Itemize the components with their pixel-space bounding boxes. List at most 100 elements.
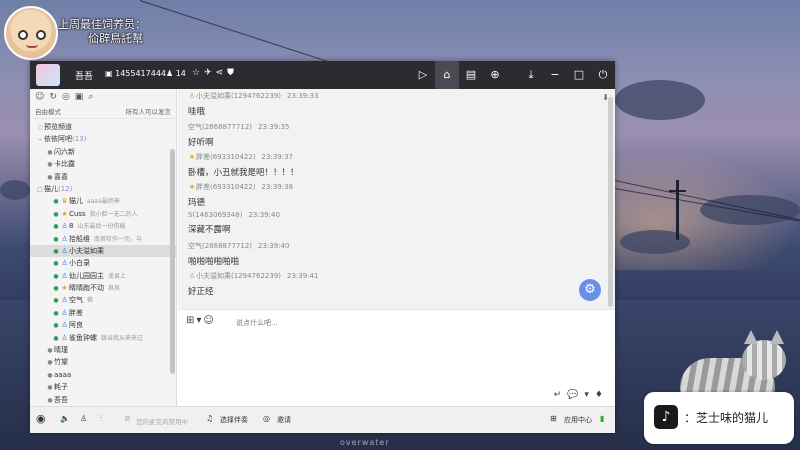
- tree-item-label: 8: [69, 222, 74, 231]
- minimize-icon[interactable]: −: [543, 61, 567, 89]
- chevron-down-icon[interactable]: ▾: [584, 390, 595, 400]
- chat-message: 空气(2868877712) 23:39:40 啪啪啪啪啪啪: [188, 241, 289, 267]
- tree-bullet-icon: ●: [47, 359, 53, 367]
- mic-disabled-icon: ⊘: [124, 414, 131, 423]
- channel-item[interactable]: ●竹棠: [30, 356, 176, 368]
- message-input-area[interactable]: ⊞▾☺ 说点什么吧... ↵💬▾♦: [178, 309, 615, 406]
- member-badge-icon: ★: [188, 183, 196, 191]
- user-item[interactable]: ● ♙拾船维 南首听作一切，与: [30, 233, 176, 245]
- sidebar-scrollbar[interactable]: [170, 149, 175, 374]
- user-tag: 南首听作一切，与: [94, 235, 143, 243]
- home-icon[interactable]: ⌂: [435, 61, 459, 89]
- equalizer-icon[interactable]: ⫶: [100, 414, 102, 424]
- sender-name[interactable]: S(1463069348): [188, 211, 242, 219]
- emoji-icon[interactable]: ☺: [203, 315, 215, 326]
- user-item[interactable]: ● ♙幼儿园园主 遥县上: [30, 270, 176, 282]
- chat-message: S(1463069348) 23:39:40 深藏不露啊: [188, 211, 280, 235]
- tree-item-label: 晴瑾: [54, 346, 68, 355]
- cat-illustration: [680, 330, 790, 400]
- sender-name[interactable]: 胖差(693310422): [196, 183, 256, 191]
- invite-button[interactable]: 邀请: [277, 415, 291, 425]
- streamer-name: ：芝士味的猫儿: [684, 411, 769, 425]
- channel-item[interactable]: □猫儿(12): [30, 183, 176, 195]
- sender-name[interactable]: 空气(2868877712): [188, 242, 252, 250]
- user-icon[interactable]: ☺: [35, 92, 49, 102]
- mic-icon[interactable]: ♦: [595, 390, 609, 400]
- channel-logo[interactable]: [36, 64, 60, 86]
- channel-item[interactable]: ●耗子: [30, 381, 176, 393]
- download-icon[interactable]: ⤓: [519, 61, 543, 89]
- user-item[interactable]: ● ♛猫儿 aaaa最终神: [30, 195, 176, 207]
- power-icon[interactable]: ⏻: [591, 61, 615, 89]
- message-header: S(1463069348) 23:39:40: [188, 211, 280, 219]
- tree-item-label: 耗子: [54, 383, 68, 392]
- sender-name[interactable]: 小夫溢如乘(1294762239): [196, 92, 281, 100]
- sender-name[interactable]: 小夫溢如乘(1294762239): [196, 272, 281, 280]
- tree-item-label: 卡比露: [54, 160, 75, 169]
- member-count: (13): [72, 135, 87, 144]
- channel-item[interactable]: −依依阿吧(13): [30, 133, 176, 145]
- user-item[interactable]: ● ★Cuss 我小脸一无二的人: [30, 208, 176, 220]
- gamepad-icon[interactable]: ⊞: [186, 315, 196, 326]
- speaker-icon[interactable]: 🔈: [60, 414, 70, 423]
- star-icon[interactable]: ☆: [192, 68, 204, 78]
- shield-icon[interactable]: ⛊: [227, 68, 238, 78]
- channel-item[interactable]: ●aaaa: [30, 369, 176, 381]
- online-dot-icon: ●: [53, 235, 59, 243]
- online-dot-icon: ●: [53, 247, 59, 255]
- sender-name[interactable]: 胖差(693310422): [196, 153, 256, 161]
- app-center-button[interactable]: 应用中心: [564, 415, 592, 425]
- mic-icon[interactable]: ♙: [80, 414, 87, 423]
- message-text: 啪啪啪啪啪啪: [188, 257, 240, 267]
- user-item[interactable]: ● ♙阿良: [30, 319, 176, 331]
- choose-accompany-button[interactable]: 选择伴奏: [220, 415, 248, 425]
- settings-float-button[interactable]: ⚙: [579, 279, 601, 301]
- channel-item[interactable]: ●卡比露: [30, 158, 176, 170]
- send-icon[interactable]: ↵: [554, 390, 568, 400]
- chat-area: ⬇ ⚙ ♙小夫溢如乘(1294762239) 23:39:33 哇哦 空气(28688…: [178, 89, 615, 309]
- board-icon[interactable]: ▣: [75, 92, 89, 102]
- plane-icon[interactable]: ✈: [204, 68, 216, 78]
- mode-label[interactable]: 自由模式: [35, 106, 61, 116]
- user-item[interactable]: ● ♙小夫溢如乘: [30, 244, 176, 258]
- refresh-icon[interactable]: ↻: [49, 92, 62, 102]
- invite-icon[interactable]: ◎: [263, 414, 270, 423]
- input-tools: ⊞▾☺: [186, 315, 216, 326]
- user-item[interactable]: ● ♙8 山东最后一份伤痕: [30, 220, 176, 232]
- message-time: 23:39:35: [258, 123, 290, 131]
- share-icon[interactable]: ⋖: [216, 68, 228, 78]
- chat-bubble-icon[interactable]: 💬: [567, 390, 584, 400]
- play-icon[interactable]: ▷: [411, 61, 435, 89]
- avatar-icon[interactable]: ◉: [36, 412, 46, 425]
- sidebar-toolbar: ☺↻◎▣⌕: [30, 89, 176, 104]
- chat-scrollbar[interactable]: [608, 97, 613, 307]
- user-item[interactable]: ● ♙小白录: [30, 257, 176, 269]
- location-icon[interactable]: ◎: [62, 92, 75, 102]
- channel-item[interactable]: ●喜喜: [30, 171, 176, 183]
- user-tag: aaaa最终神: [87, 198, 120, 206]
- maximize-icon[interactable]: □: [567, 61, 591, 89]
- tree-item-label: 小夫溢如乘: [69, 246, 104, 255]
- gamepad-icon[interactable]: ⊕: [483, 61, 507, 89]
- user-item[interactable]: ● ♙雀鱼钟螺 跳当我从来来过: [30, 332, 176, 344]
- music-icon[interactable]: ♫: [206, 414, 213, 423]
- user-item[interactable]: ● ♙胖差: [30, 307, 176, 319]
- channel-item[interactable]: ●吾吾: [30, 394, 176, 406]
- tree-item-label: 阿良: [69, 321, 83, 330]
- permission-label: 所有人可以发言: [125, 108, 172, 116]
- message-input[interactable]: 说点什么吧...: [236, 318, 278, 328]
- online-dot-icon: ●: [53, 334, 59, 342]
- user-item[interactable]: ● ★睛晴跑不动 哀哀: [30, 282, 176, 294]
- user-item[interactable]: ● ♙空气稀: [30, 294, 176, 306]
- cloud: [620, 230, 690, 254]
- cloud: [0, 180, 30, 200]
- caption-line1: 上周最佳饲养员：: [58, 18, 146, 31]
- tree-item-label: 空气: [69, 296, 83, 305]
- channel-item[interactable]: ●晴瑾: [30, 344, 176, 356]
- channel-item[interactable]: ●闪六新: [30, 146, 176, 158]
- list-icon[interactable]: ▤: [459, 61, 483, 89]
- apps-icon[interactable]: ⊞: [550, 414, 557, 423]
- channel-item[interactable]: ○预览频道: [30, 121, 176, 133]
- sender-name[interactable]: 空气(2868877712): [188, 123, 252, 131]
- search-icon[interactable]: ⌕: [88, 92, 98, 102]
